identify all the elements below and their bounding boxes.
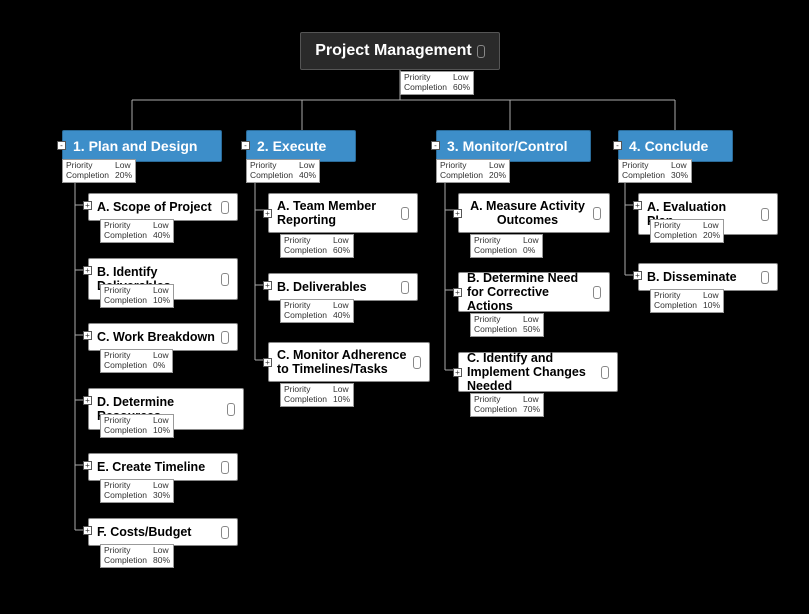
leaf-monitor-adherence[interactable]: C. Monitor Adherence to Timelines/Tasks bbox=[268, 342, 430, 382]
collapse-toggle[interactable]: - bbox=[241, 141, 250, 150]
branch-label: 3. Monitor/Control bbox=[447, 138, 568, 154]
leaf-meta: PriorityLow Completion0% bbox=[100, 349, 173, 373]
collapse-toggle[interactable]: - bbox=[57, 141, 66, 150]
leaf-measure-outcomes[interactable]: A. Measure Activity Outcomes bbox=[458, 193, 610, 233]
expand-toggle[interactable]: + bbox=[83, 461, 92, 470]
attachment-icon bbox=[600, 365, 609, 379]
expand-toggle[interactable]: + bbox=[633, 201, 642, 210]
leaf-scope-project[interactable]: A. Scope of Project bbox=[88, 193, 238, 221]
attachment-icon bbox=[220, 200, 229, 214]
attachment-icon bbox=[760, 270, 769, 284]
leaf-meta: PriorityLow Completion60% bbox=[280, 234, 354, 258]
attachment-icon bbox=[220, 525, 229, 539]
leaf-meta: PriorityLow Completion0% bbox=[470, 234, 543, 258]
leaf-meta: PriorityLow Completion10% bbox=[280, 383, 354, 407]
branch-monitor-control[interactable]: 3. Monitor/Control bbox=[436, 130, 591, 162]
leaf-meta: PriorityLow Completion10% bbox=[650, 289, 724, 313]
expand-toggle[interactable]: + bbox=[453, 209, 462, 218]
branch-meta: PriorityLow Completion40% bbox=[246, 159, 320, 183]
branch-label: 1. Plan and Design bbox=[73, 138, 197, 154]
leaf-meta: PriorityLow Completion10% bbox=[100, 414, 174, 438]
collapse-toggle[interactable]: - bbox=[613, 141, 622, 150]
root-title: Project Management bbox=[315, 42, 471, 60]
leaf-meta: PriorityLow Completion70% bbox=[470, 393, 544, 417]
leaf-work-breakdown[interactable]: C. Work Breakdown bbox=[88, 323, 238, 351]
leaf-team-reporting[interactable]: A. Team Member Reporting bbox=[268, 193, 418, 233]
leaf-meta: PriorityLow Completion50% bbox=[470, 313, 544, 337]
expand-toggle[interactable]: + bbox=[83, 526, 92, 535]
expand-toggle[interactable]: + bbox=[83, 201, 92, 210]
branch-label: 2. Execute bbox=[257, 138, 326, 154]
branch-meta: PriorityLow Completion20% bbox=[436, 159, 510, 183]
collapse-toggle[interactable]: - bbox=[431, 141, 440, 150]
branch-execute[interactable]: 2. Execute bbox=[246, 130, 356, 162]
leaf-meta: PriorityLow Completion40% bbox=[100, 219, 174, 243]
expand-toggle[interactable]: + bbox=[453, 368, 462, 377]
expand-toggle[interactable]: + bbox=[83, 266, 92, 275]
leaf-meta: PriorityLow Completion40% bbox=[280, 299, 354, 323]
root-meta: PriorityLow Completion60% bbox=[400, 71, 474, 95]
attachment-icon bbox=[220, 330, 229, 344]
attachment-icon bbox=[400, 206, 409, 220]
branch-meta: PriorityLow Completion20% bbox=[62, 159, 136, 183]
attachment-icon bbox=[400, 280, 409, 294]
branch-meta: PriorityLow Completion30% bbox=[618, 159, 692, 183]
expand-toggle[interactable]: + bbox=[453, 288, 462, 297]
attachment-icon bbox=[592, 206, 601, 220]
attachment-icon bbox=[476, 44, 485, 58]
leaf-implement-changes[interactable]: C. Identify and Implement Changes Needed bbox=[458, 352, 618, 392]
leaf-disseminate[interactable]: B. Disseminate bbox=[638, 263, 778, 291]
leaf-meta: PriorityLow Completion20% bbox=[650, 219, 724, 243]
leaf-corrective-actions[interactable]: B. Determine Need for Corrective Actions bbox=[458, 272, 610, 312]
expand-toggle[interactable]: + bbox=[263, 358, 272, 367]
expand-toggle[interactable]: + bbox=[633, 271, 642, 280]
attachment-icon bbox=[226, 402, 235, 416]
root-node[interactable]: Project Management bbox=[300, 32, 500, 70]
attachment-icon bbox=[592, 285, 601, 299]
expand-toggle[interactable]: + bbox=[83, 331, 92, 340]
branch-label: 4. Conclude bbox=[629, 138, 708, 154]
branch-conclude[interactable]: 4. Conclude bbox=[618, 130, 733, 162]
branch-plan-design[interactable]: 1. Plan and Design bbox=[62, 130, 222, 162]
attachment-icon bbox=[760, 207, 769, 221]
attachment-icon bbox=[412, 355, 421, 369]
leaf-meta: PriorityLow Completion30% bbox=[100, 479, 174, 503]
expand-toggle[interactable]: + bbox=[83, 396, 92, 405]
expand-toggle[interactable]: + bbox=[263, 209, 272, 218]
leaf-meta: PriorityLow Completion10% bbox=[100, 284, 174, 308]
attachment-icon bbox=[220, 272, 229, 286]
leaf-deliverables[interactable]: B. Deliverables bbox=[268, 273, 418, 301]
leaf-meta: PriorityLow Completion80% bbox=[100, 544, 174, 568]
leaf-create-timeline[interactable]: E. Create Timeline bbox=[88, 453, 238, 481]
attachment-icon bbox=[220, 460, 229, 474]
expand-toggle[interactable]: + bbox=[263, 281, 272, 290]
leaf-costs-budget[interactable]: F. Costs/Budget bbox=[88, 518, 238, 546]
